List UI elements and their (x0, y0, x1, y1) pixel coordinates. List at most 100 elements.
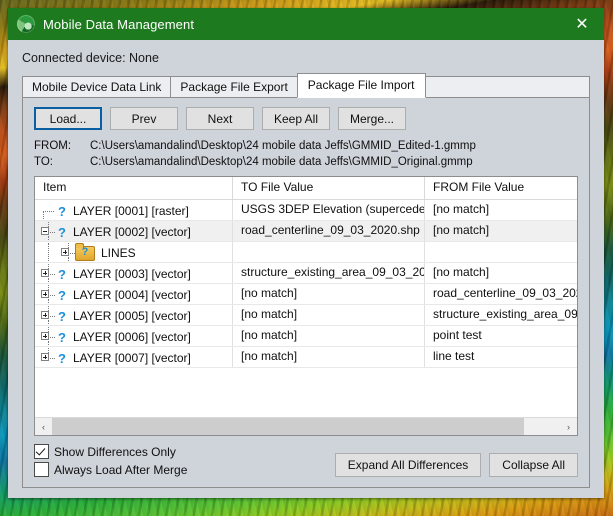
grid-body: ? LAYER [0001] [raster] USGS 3DEP Elevatio… (35, 200, 577, 417)
keep-all-button[interactable]: Keep All (262, 107, 330, 130)
tab-package-file-import[interactable]: Package File Import (296, 73, 426, 98)
collapse-all-button[interactable]: Collapse All (489, 453, 578, 477)
expand-node-icon[interactable] (35, 285, 55, 304)
next-button[interactable]: Next (186, 107, 254, 130)
expand-node-icon[interactable] (55, 243, 75, 262)
expand-all-differences-button[interactable]: Expand All Differences (334, 453, 482, 477)
cell-to-file-value (233, 242, 425, 262)
cell-to-file-value: road_centerline_09_03_2020.shp (233, 221, 425, 241)
expand-node-icon[interactable] (35, 348, 55, 367)
from-label: FROM: (34, 140, 72, 152)
cell-to-file-value: [no match] (233, 326, 425, 346)
table-row[interactable]: ? LAYER [0003] [vector] structure_existing… (35, 263, 577, 284)
show-differences-only-checkbox[interactable]: Show Differences Only (34, 444, 187, 459)
mobile-data-management-dialog: Mobile Data Management ✕ Connected devic… (8, 8, 604, 498)
footer-buttons: Expand All Differences Collapse All (334, 444, 578, 477)
question-icon: ? (58, 224, 66, 240)
cell-item: ? LAYER [0007] [vector] (35, 347, 233, 367)
expand-node-icon[interactable] (35, 264, 55, 283)
to-path-value: C:\Users\amandalind\Desktop\24 mobile da… (90, 156, 473, 168)
scroll-right-arrow-icon[interactable]: › (560, 418, 577, 435)
cell-to-file-value: [no match] (233, 347, 425, 367)
differences-tree-grid: Item TO File Value FROM File Value ? LAYE… (34, 176, 578, 436)
scroll-left-arrow-icon[interactable]: ‹ (35, 418, 52, 435)
panel-footer: Show Differences Only Always Load After … (23, 436, 589, 487)
window-title: Mobile Data Management (43, 16, 195, 32)
question-icon: ? (58, 308, 66, 324)
cell-item: ? LINES (35, 242, 233, 262)
table-row[interactable]: ? LAYER [0007] [vector] [no match] line tes… (35, 347, 577, 368)
column-header-from-file-value[interactable]: FROM File Value (425, 177, 577, 199)
grid-header-row: Item TO File Value FROM File Value (35, 177, 577, 200)
tab-package-file-export[interactable]: Package File Export (170, 76, 298, 97)
title-bar: Mobile Data Management ✕ (8, 8, 604, 40)
scrollbar-thumb[interactable] (52, 418, 525, 435)
cell-to-file-value: [no match] (233, 284, 425, 304)
table-row[interactable]: ? LAYER [0006] [vector] [no match] point te… (35, 326, 577, 347)
horizontal-scrollbar[interactable]: ‹ › (35, 417, 577, 435)
folder-question-icon: ? (75, 242, 95, 261)
question-icon: ? (58, 329, 66, 345)
cell-from-file-value: [no match] (433, 223, 490, 237)
item-label: LAYER [0007] [vector] (73, 351, 191, 365)
expand-node-icon[interactable] (35, 306, 55, 325)
table-row[interactable]: ? LAYER [0005] [vector] [no match] structur… (35, 305, 577, 326)
item-label: LAYER [0005] [vector] (73, 309, 191, 323)
cell-from-file-value: point test (433, 328, 482, 342)
item-label: LAYER [0003] [vector] (73, 267, 191, 281)
cell-item: ? LAYER [0006] [vector] (35, 326, 233, 346)
package-file-import-panel: Load... Prev Next Keep All Merge... FROM… (22, 98, 590, 488)
tab-mobile-device-data-link[interactable]: Mobile Device Data Link (22, 76, 172, 97)
scrollbar-track[interactable] (52, 418, 560, 435)
column-header-to-file-value[interactable]: TO File Value (233, 177, 425, 199)
item-label: LINES (101, 246, 136, 260)
merge-button[interactable]: Merge... (338, 107, 406, 130)
question-icon: ? (58, 266, 66, 282)
item-label: LAYER [0002] [vector] (73, 225, 191, 239)
question-icon: ? (58, 350, 66, 366)
cell-item: ? LAYER [0003] [vector] (35, 263, 233, 283)
cell-item: ? LAYER [0001] [raster] (35, 200, 233, 220)
prev-button[interactable]: Prev (110, 107, 178, 130)
cell-from-file-value (425, 242, 577, 262)
option-checkboxes: Show Differences Only Always Load After … (34, 444, 187, 477)
collapse-node-icon[interactable] (35, 222, 55, 241)
cell-to-file-value: USGS 3DEP Elevation (supercede... (233, 200, 425, 220)
question-icon: ? (58, 203, 66, 219)
column-header-item[interactable]: Item (35, 177, 233, 199)
table-row[interactable]: ? LAYER [0001] [raster] USGS 3DEP Elevatio… (35, 200, 577, 221)
checkbox-empty-icon[interactable] (34, 462, 49, 477)
load-button[interactable]: Load... (34, 107, 102, 130)
import-toolbar: Load... Prev Next Keep All Merge... (23, 98, 589, 136)
green-globe-logo-icon (17, 15, 35, 33)
file-paths: FROM: C:\Users\amandalind\Desktop\24 mob… (23, 136, 589, 176)
always-load-after-merge-label: Always Load After Merge (54, 462, 188, 477)
from-path-row: FROM: C:\Users\amandalind\Desktop\24 mob… (34, 138, 589, 154)
cell-item: ? LAYER [0002] [vector] (35, 221, 233, 241)
cell-from-file-value: road_centerline_09_03_2020.s (433, 286, 577, 300)
connected-device-status: Connected device: None (22, 51, 159, 65)
expand-node-icon[interactable] (35, 327, 55, 346)
checkbox-check-icon[interactable] (34, 444, 49, 459)
tab-strip-filler (424, 76, 590, 97)
close-icon[interactable]: ✕ (560, 8, 604, 40)
table-row[interactable]: ? LAYER [0004] [vector] [no match] road_cen… (35, 284, 577, 305)
item-label: LAYER [0006] [vector] (73, 330, 191, 344)
tree-indent (35, 243, 55, 262)
from-path-value: C:\Users\amandalind\Desktop\24 mobile da… (90, 140, 476, 152)
cell-item: ? LAYER [0004] [vector] (35, 284, 233, 304)
always-load-after-merge-checkbox[interactable]: Always Load After Merge (34, 462, 187, 477)
table-row[interactable]: ? LINES (35, 242, 577, 263)
tab-strip: Mobile Device Data Link Package File Exp… (22, 73, 590, 98)
to-label: TO: (34, 156, 53, 168)
table-row[interactable]: ? LAYER [0002] [vector] road_centerline_09… (35, 221, 577, 242)
question-icon: ? (58, 287, 66, 303)
cell-from-file-value: line test (433, 349, 475, 363)
cell-to-file-value: [no match] (233, 305, 425, 325)
item-label: LAYER [0001] [raster] (73, 204, 189, 218)
to-path-row: TO: C:\Users\amandalind\Desktop\24 mobil… (34, 154, 589, 170)
cell-from-file-value: structure_existing_area_09_03 (433, 307, 577, 321)
item-label: LAYER [0004] [vector] (73, 288, 191, 302)
cell-from-file-value: [no match] (433, 265, 490, 279)
cell-item: ? LAYER [0005] [vector] (35, 305, 233, 325)
